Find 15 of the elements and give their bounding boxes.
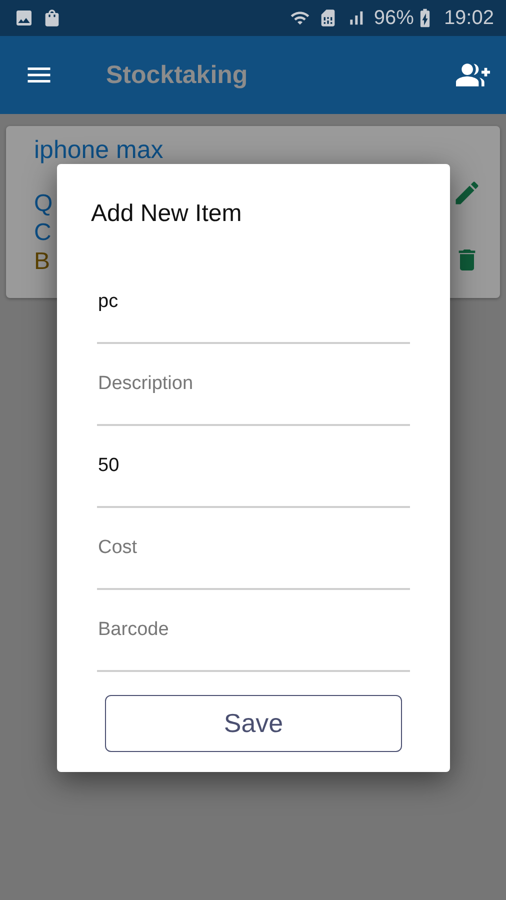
battery-percent: 96% [374, 6, 414, 30]
gallery-icon [14, 8, 34, 28]
item-detail: C [34, 218, 52, 247]
input-field[interactable]: Barcode [97, 590, 410, 672]
save-button[interactable]: Save [105, 695, 402, 752]
app-title: Stocktaking [106, 60, 249, 90]
item-detail: Q [34, 189, 53, 218]
dialog-title: Add New Item [91, 200, 243, 228]
input-field[interactable]: pc [97, 262, 410, 344]
item-detail: B [34, 247, 50, 276]
input-field[interactable]: 50 [97, 426, 410, 508]
clock: 19:02 [444, 6, 494, 30]
input-field[interactable]: Cost [97, 508, 410, 590]
input-field[interactable]: Description [97, 344, 410, 426]
item-name: iphone max [34, 136, 164, 165]
